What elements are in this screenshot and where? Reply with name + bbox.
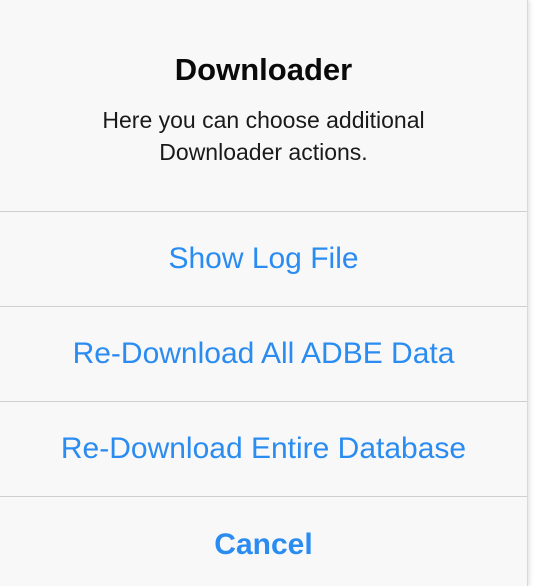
action-sheet: Downloader Here you can choose additiona… <box>0 0 528 586</box>
action-sheet-header: Downloader Here you can choose additiona… <box>0 0 527 212</box>
dialog-title: Downloader <box>174 52 353 87</box>
redownload-adbe-data-button[interactable]: Re-Download All ADBE Data <box>0 307 527 402</box>
cancel-button[interactable]: Cancel <box>0 497 527 586</box>
dialog-message: Here you can choose additional Downloade… <box>102 107 425 165</box>
show-log-file-button[interactable]: Show Log File <box>0 212 527 307</box>
redownload-entire-database-button[interactable]: Re-Download Entire Database <box>0 402 527 497</box>
screen: Downloader Here you can choose additiona… <box>0 0 540 586</box>
